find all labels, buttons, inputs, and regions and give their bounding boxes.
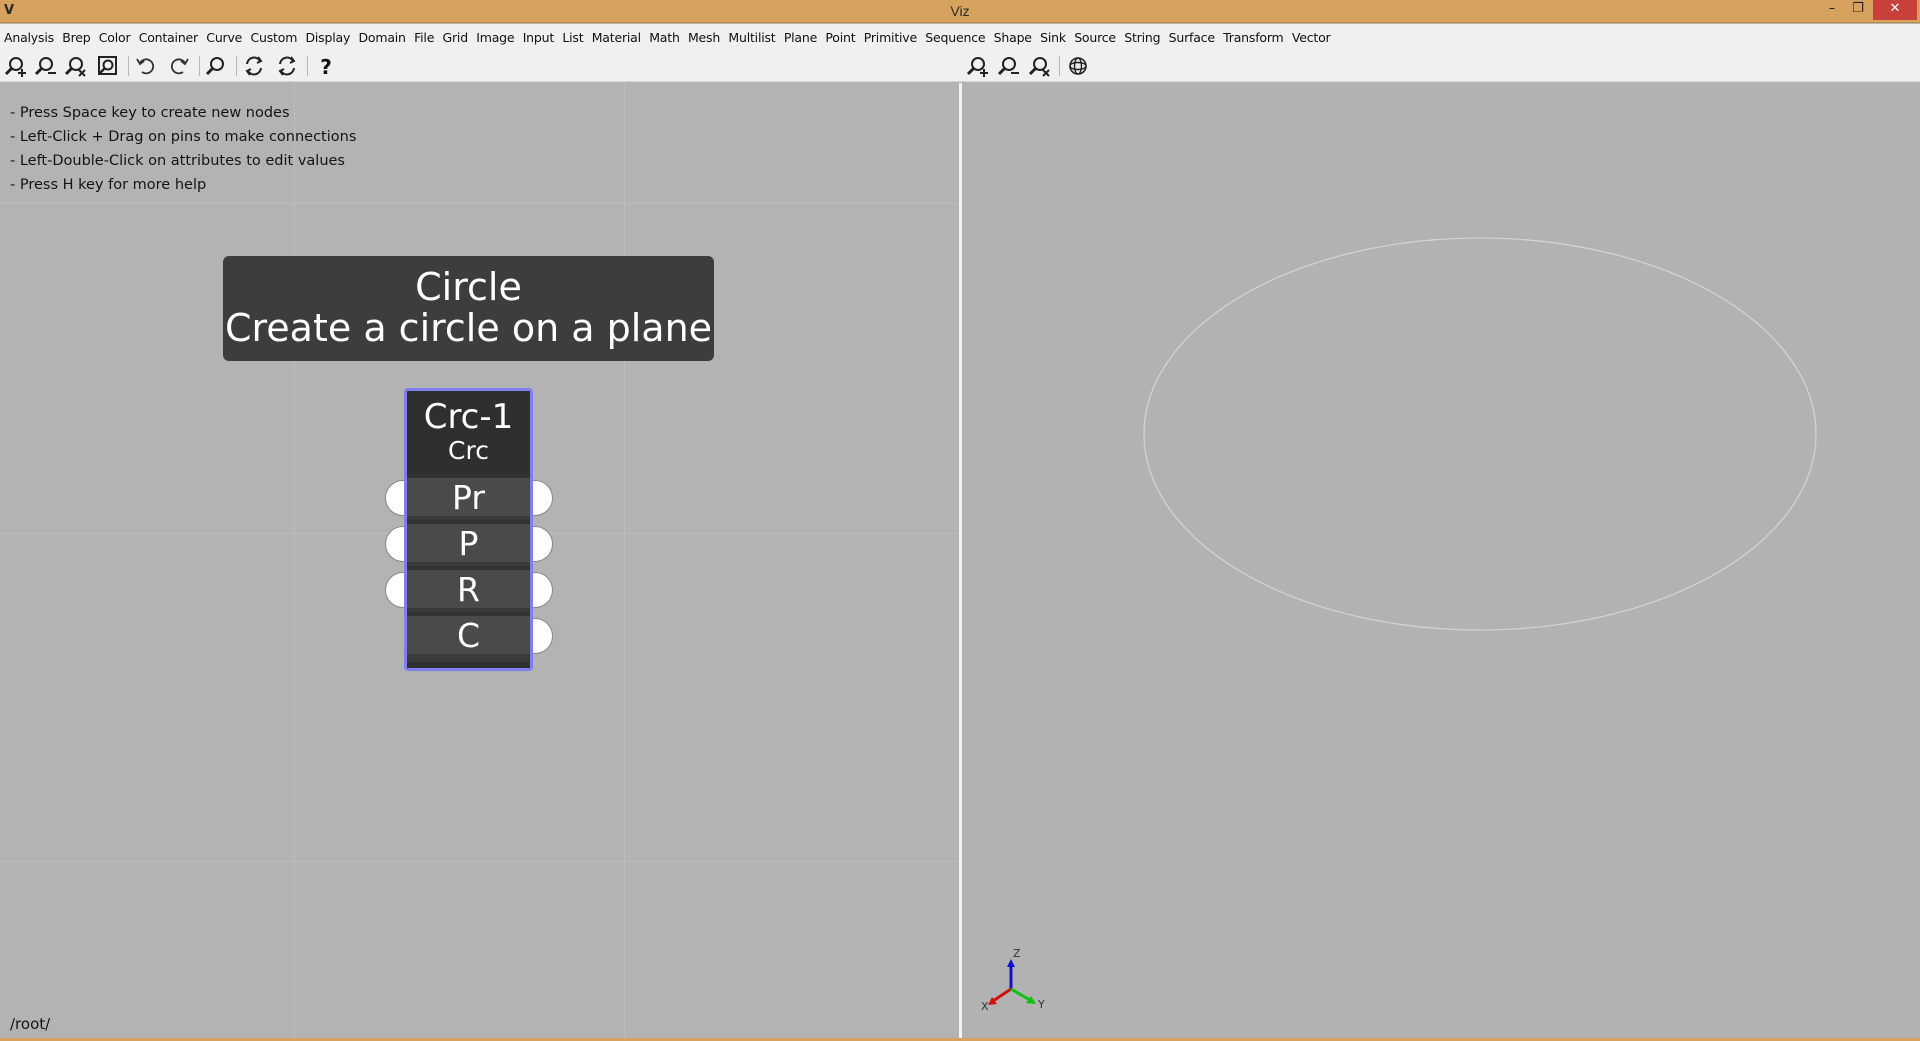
menu-bar: Analysis Brep Color Container Curve Cust… xyxy=(0,24,1920,50)
node-attribute-r[interactable]: R xyxy=(407,566,530,609)
zoom-out-icon[interactable] xyxy=(32,54,58,78)
menu-mesh[interactable]: Mesh xyxy=(688,30,720,45)
menu-file[interactable]: File xyxy=(414,30,434,45)
viewport-orbit-icon[interactable] xyxy=(1065,54,1091,78)
node-attribute-c[interactable]: C xyxy=(407,612,530,655)
svg-text:?: ? xyxy=(320,55,332,78)
node-attribute-pr[interactable]: Pr xyxy=(407,474,530,517)
grid-line xyxy=(0,203,959,204)
title-bar: V Viz – ❐ ✕ xyxy=(0,0,1920,23)
tooltip-title: Circle xyxy=(415,265,522,309)
grid-line xyxy=(0,861,959,862)
viewport-zoom-reset-icon[interactable] xyxy=(1026,54,1052,78)
window-title: Viz xyxy=(950,3,970,19)
grid-line xyxy=(624,83,625,1041)
refresh-icon[interactable] xyxy=(274,54,300,78)
maximize-button[interactable]: ❐ xyxy=(1845,0,1871,20)
help-line: - Press H key for more help xyxy=(10,177,207,193)
tooltip-description: Create a circle on a plane xyxy=(224,306,713,350)
redo-icon[interactable] xyxy=(166,54,192,78)
menu-vector[interactable]: Vector xyxy=(1292,30,1331,45)
y-axis xyxy=(1010,987,1031,1002)
menu-curve[interactable]: Curve xyxy=(206,30,242,45)
toolbar-separator xyxy=(1059,56,1060,76)
menu-grid[interactable]: Grid xyxy=(443,30,469,45)
menu-source[interactable]: Source xyxy=(1074,30,1116,45)
toolbar-separator xyxy=(236,56,237,76)
zoom-reset-icon[interactable] xyxy=(62,54,88,78)
menu-sink[interactable]: Sink xyxy=(1040,30,1066,45)
graph-path: /root/ xyxy=(10,1015,51,1033)
help-icon[interactable]: ? xyxy=(313,54,339,78)
menu-analysis[interactable]: Analysis xyxy=(4,30,54,45)
x-axis-label: X xyxy=(981,1000,989,1013)
help-line: - Left-Click + Drag on pins to make conn… xyxy=(10,129,357,145)
menu-brep[interactable]: Brep xyxy=(62,30,90,45)
z-axis-arrow xyxy=(1007,959,1015,967)
zoom-in-icon[interactable] xyxy=(2,54,28,78)
find-icon[interactable] xyxy=(203,54,229,78)
menu-input[interactable]: Input xyxy=(523,30,555,45)
minimize-button[interactable]: – xyxy=(1820,0,1844,20)
menu-image[interactable]: Image xyxy=(476,30,514,45)
circle-node[interactable]: Crc-1 Crc Pr P R C xyxy=(404,388,533,671)
toolbar-separator xyxy=(128,56,129,76)
z-axis-label: Z xyxy=(1013,947,1021,960)
undo-icon[interactable] xyxy=(133,54,159,78)
node-tooltip: Circle Create a circle on a plane xyxy=(223,256,714,361)
viewport-zoom-out-icon[interactable] xyxy=(995,54,1021,78)
menu-point[interactable]: Point xyxy=(825,30,855,45)
node-type: Crc xyxy=(448,436,489,465)
node-editor[interactable]: - Press Space key to create new nodes - … xyxy=(0,83,959,1041)
toolbar-separator xyxy=(307,56,308,76)
menu-surface[interactable]: Surface xyxy=(1169,30,1215,45)
close-button[interactable]: ✕ xyxy=(1873,0,1917,20)
node-attribute-p[interactable]: P xyxy=(407,520,530,563)
refresh-all-icon[interactable] xyxy=(241,54,267,78)
node-footer xyxy=(407,662,530,668)
help-text: - Press Space key to create new nodes - … xyxy=(10,101,356,197)
menu-display[interactable]: Display xyxy=(305,30,350,45)
menu-custom[interactable]: Custom xyxy=(250,30,297,45)
viewport-canvas: Z X Y xyxy=(981,237,1817,1013)
menu-shape[interactable]: Shape xyxy=(994,30,1032,45)
menu-sequence[interactable]: Sequence xyxy=(925,30,985,45)
viewport-zoom-in-icon[interactable] xyxy=(964,54,990,78)
menu-color[interactable]: Color xyxy=(99,30,131,45)
menu-domain[interactable]: Domain xyxy=(358,30,406,45)
node-header[interactable]: Crc-1 Crc xyxy=(407,391,530,474)
menu-plane[interactable]: Plane xyxy=(784,30,817,45)
circle-geometry xyxy=(1143,237,1817,631)
menu-multilist[interactable]: Multilist xyxy=(728,30,775,45)
menu-primitive[interactable]: Primitive xyxy=(864,30,917,45)
node-name: Crc-1 xyxy=(423,397,514,437)
zoom-extents-icon[interactable] xyxy=(94,54,120,78)
menu-string[interactable]: String xyxy=(1124,30,1160,45)
menu-container[interactable]: Container xyxy=(139,30,198,45)
y-axis-label: Y xyxy=(1037,998,1045,1011)
help-line: - Left-Double-Click on attributes to edi… xyxy=(10,153,345,169)
3d-viewport[interactable]: Z X Y xyxy=(962,83,1920,1041)
x-axis xyxy=(992,987,1012,1003)
grid-line xyxy=(294,83,295,1041)
menu-list[interactable]: List xyxy=(562,30,583,45)
menu-transform[interactable]: Transform xyxy=(1223,30,1284,45)
toolbar-separator xyxy=(199,56,200,76)
help-line: - Press Space key to create new nodes xyxy=(10,105,290,121)
axis-gizmo: Z X Y xyxy=(981,947,1045,1013)
menu-math[interactable]: Math xyxy=(649,30,680,45)
toolbar: ? xyxy=(0,50,1920,82)
menu-material[interactable]: Material xyxy=(592,30,641,45)
